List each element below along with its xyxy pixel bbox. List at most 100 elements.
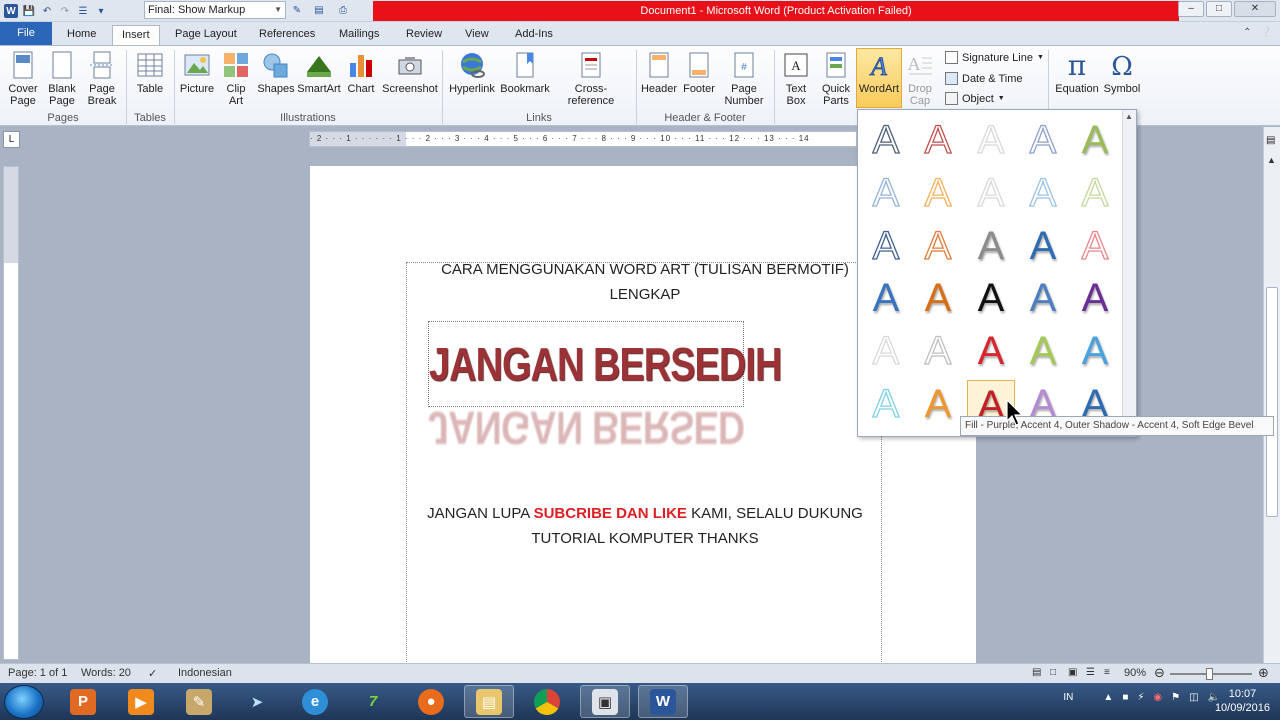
wordart-style-24[interactable]: A: [1019, 327, 1067, 375]
tab-home[interactable]: Home: [58, 25, 105, 45]
quick-parts-button[interactable]: Quick Parts: [818, 50, 854, 107]
antivirus-icon[interactable]: ◉: [1153, 692, 1162, 703]
wordart-style-27[interactable]: A: [914, 380, 962, 428]
help-icon[interactable]: ❔: [1260, 27, 1272, 38]
wordart-style-26[interactable]: A: [862, 380, 910, 428]
taskbar-app-firefox[interactable]: ●: [406, 685, 456, 718]
page-number-button[interactable]: # Page Number: [719, 50, 769, 107]
tab-review[interactable]: Review: [397, 25, 451, 45]
wordart-style-8[interactable]: A: [967, 169, 1015, 217]
wordart-style-13[interactable]: A: [967, 222, 1015, 270]
print-layout-icon[interactable]: ▤: [1032, 667, 1041, 678]
wordart-style-19[interactable]: A: [1019, 274, 1067, 322]
tab-page-layout[interactable]: Page Layout: [166, 25, 246, 45]
wordart-text[interactable]: JANGAN BERSEDIH: [429, 324, 782, 406]
scrollbar-thumb[interactable]: [1266, 287, 1278, 517]
network-icon[interactable]: ◫: [1189, 692, 1198, 703]
word-count[interactable]: Words: 20: [81, 667, 131, 679]
outline-icon[interactable]: ☰: [1086, 667, 1095, 678]
picture-button[interactable]: Picture: [179, 50, 215, 95]
blank-page-button[interactable]: Blank Page: [44, 50, 80, 107]
taskbar-app-chrome[interactable]: [522, 685, 572, 718]
wordart-style-10[interactable]: A: [1071, 169, 1119, 217]
text-box-button[interactable]: A Text Box: [778, 50, 814, 107]
wordart-style-12[interactable]: A: [914, 222, 962, 270]
tab-references[interactable]: References: [250, 25, 324, 45]
display-markup-select[interactable]: Final: Show Markup ▼: [144, 1, 286, 19]
maximize-button[interactable]: □: [1206, 1, 1232, 17]
wordart-style-3[interactable]: A: [967, 116, 1015, 164]
taskbar-app-7zip[interactable]: 7: [348, 685, 398, 718]
wordart-button[interactable]: A WordArt: [857, 50, 901, 95]
body-line-2[interactable]: TUTORIAL KOMPUTER THANKS: [407, 526, 883, 551]
show-hidden-icons-icon[interactable]: ▲: [1103, 692, 1113, 703]
bookmark-button[interactable]: Bookmark: [499, 50, 551, 95]
wordart-style-16[interactable]: A: [862, 274, 910, 322]
wordart-style-22[interactable]: A: [914, 327, 962, 375]
wordart-style-17[interactable]: A: [914, 274, 962, 322]
tab-view[interactable]: View: [456, 25, 498, 45]
usb-icon[interactable]: ⚡: [1137, 692, 1144, 703]
taskbar-app-recorder[interactable]: ▣: [580, 685, 630, 718]
ruler-toggle-icon[interactable]: ▤: [1266, 135, 1275, 146]
word-app-icon[interactable]: W: [4, 4, 18, 18]
table-button[interactable]: Table: [131, 50, 169, 95]
scroll-up-icon[interactable]: ▲: [1267, 155, 1276, 165]
close-button[interactable]: ✕: [1234, 1, 1276, 17]
wordart-style-7[interactable]: A: [914, 169, 962, 217]
wordart-style-2[interactable]: A: [914, 116, 962, 164]
customize-qat-icon[interactable]: ▾: [94, 4, 108, 18]
cover-page-button[interactable]: Cover Page: [5, 50, 41, 107]
header-button[interactable]: Header: [640, 50, 678, 95]
vertical-ruler[interactable]: [3, 166, 19, 660]
taskbar-app-word[interactable]: W: [638, 685, 688, 718]
smartart-button[interactable]: SmartArt: [297, 50, 341, 95]
equation-button[interactable]: π Equation: [1054, 50, 1100, 95]
wordart-object[interactable]: JANGAN BERSEDIH: [428, 321, 782, 407]
wordart-style-21[interactable]: A: [862, 327, 910, 375]
wordart-style-5[interactable]: A: [1071, 116, 1119, 164]
wordart-style-4[interactable]: A: [1019, 116, 1067, 164]
hyperlink-button[interactable]: Hyperlink: [448, 50, 496, 95]
vertical-scrollbar[interactable]: ▤ ▲: [1263, 127, 1280, 663]
clock[interactable]: 10:07 10/09/2016: [1215, 687, 1270, 715]
zoom-out-icon[interactable]: ⊖: [1154, 665, 1165, 681]
wordart-style-18[interactable]: A: [967, 274, 1015, 322]
wordart-style-9[interactable]: A: [1019, 169, 1067, 217]
minimize-button[interactable]: –: [1178, 1, 1204, 17]
chart-button[interactable]: Chart: [344, 50, 378, 95]
screenshot-button[interactable]: Screenshot: [382, 50, 438, 95]
taskbar-app-explorer[interactable]: ▤: [464, 685, 514, 718]
full-screen-icon[interactable]: □: [1050, 667, 1056, 678]
wordart-style-15[interactable]: A: [1071, 222, 1119, 270]
wordart-style-14[interactable]: A: [1019, 222, 1067, 270]
heading-line-1[interactable]: CARA MENGGUNAKAN WORD ART (TULISAN BERMO…: [407, 257, 883, 282]
web-layout-icon[interactable]: ▣: [1068, 667, 1077, 678]
symbol-button[interactable]: Ω Symbol: [1102, 50, 1142, 95]
list-icon[interactable]: ☰: [76, 4, 90, 18]
cross-reference-button[interactable]: Cross-reference: [553, 50, 629, 107]
taskbar-app-powerpoint[interactable]: P: [58, 685, 108, 718]
horizontal-ruler[interactable]: · 2 · · · 1 · · · · · · 1 · · · 2 · · · …: [309, 131, 857, 147]
track-changes-icon[interactable]: ✎: [290, 3, 304, 17]
zoom-level[interactable]: 90%: [1124, 667, 1146, 679]
page-break-button[interactable]: Page Break: [84, 50, 120, 107]
wordart-style-11[interactable]: A: [862, 222, 910, 270]
taskbar-app-fish[interactable]: ➤: [232, 685, 282, 718]
wordart-style-6[interactable]: A: [862, 169, 910, 217]
tab-add-ins[interactable]: Add-Ins: [506, 25, 562, 45]
shield-icon[interactable]: ■: [1122, 692, 1128, 703]
zoom-in-icon[interactable]: ⊕: [1258, 665, 1269, 681]
taskbar-app-paint[interactable]: ✎: [174, 685, 224, 718]
save-icon[interactable]: 💾: [22, 4, 36, 18]
body-line-1[interactable]: JANGAN LUPA SUBCRIBE DAN LIKE KAMI, SELA…: [407, 501, 883, 526]
tab-selector[interactable]: L: [3, 131, 20, 148]
object-button[interactable]: Object ▼: [945, 92, 1005, 105]
wordart-style-23[interactable]: A: [967, 327, 1015, 375]
clip-art-button[interactable]: Clip Art: [219, 50, 253, 107]
language-bar[interactable]: IN: [1063, 692, 1073, 703]
page-view-icon[interactable]: ▤: [312, 3, 326, 17]
wordart-style-20[interactable]: A: [1071, 274, 1119, 322]
draft-icon[interactable]: ≡: [1104, 667, 1110, 678]
page-count[interactable]: Page: 1 of 1: [8, 667, 67, 679]
